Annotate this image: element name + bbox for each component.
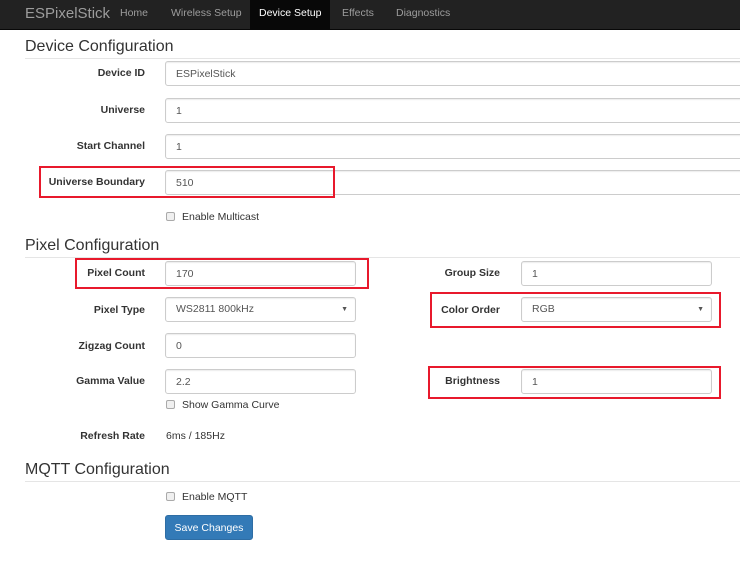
brightness-label: Brightness xyxy=(445,375,500,387)
navbar: ESPixelStick Home Wireless Setup Device … xyxy=(0,0,740,30)
gamma-curve-checkbox[interactable] xyxy=(166,400,175,409)
pixel-count-input[interactable] xyxy=(165,261,356,286)
group-size-input[interactable] xyxy=(521,261,712,286)
section-divider xyxy=(25,481,740,482)
mqtt-label: Enable MQTT xyxy=(182,491,248,503)
group-size-label: Group Size xyxy=(444,267,500,279)
zigzag-input[interactable] xyxy=(165,333,356,358)
caret-down-icon: ▼ xyxy=(341,306,348,313)
mqtt-config-title: MQTT Configuration xyxy=(25,461,170,478)
pixel-type-select[interactable]: WS2811 800kHz ▼ xyxy=(165,297,356,322)
device-id-label: Device ID xyxy=(97,67,145,79)
pixel-count-label: Pixel Count xyxy=(87,267,145,279)
universe-label: Universe xyxy=(100,104,145,116)
pixel-config-title: Pixel Configuration xyxy=(25,237,160,254)
refresh-rate-value: 6ms / 185Hz xyxy=(166,430,225,442)
start-channel-label: Start Channel xyxy=(76,140,145,152)
color-order-value: RGB xyxy=(532,303,555,315)
gamma-label: Gamma Value xyxy=(76,375,145,387)
universe-boundary-input[interactable] xyxy=(165,170,740,195)
multicast-checkbox[interactable] xyxy=(166,212,175,221)
pixel-type-value: WS2811 800kHz xyxy=(176,303,255,315)
section-divider xyxy=(25,58,740,59)
brightness-input[interactable] xyxy=(521,369,712,394)
color-order-select[interactable]: RGB ▼ xyxy=(521,297,712,322)
universe-input[interactable] xyxy=(165,98,740,123)
zigzag-label: Zigzag Count xyxy=(78,340,146,352)
color-order-label: Color Order xyxy=(441,304,500,316)
nav-device-setup[interactable]: Device Setup xyxy=(250,0,331,30)
save-changes-button[interactable]: Save Changes xyxy=(165,515,253,540)
device-id-input[interactable] xyxy=(165,61,740,86)
start-channel-input[interactable] xyxy=(165,134,740,159)
gamma-curve-label: Show Gamma Curve xyxy=(182,399,280,411)
caret-down-icon: ▼ xyxy=(697,306,704,313)
nav-effects[interactable]: Effects xyxy=(333,0,383,30)
nav-home[interactable]: Home xyxy=(111,0,157,30)
nav-diagnostics[interactable]: Diagnostics xyxy=(387,0,459,30)
multicast-label: Enable Multicast xyxy=(182,211,260,223)
mqtt-checkbox[interactable] xyxy=(166,492,175,501)
device-config-title: Device Configuration xyxy=(25,38,174,55)
universe-boundary-label: Universe Boundary xyxy=(48,176,145,188)
pixel-type-label: Pixel Type xyxy=(93,304,145,316)
section-divider xyxy=(25,257,740,258)
refresh-rate-label: Refresh Rate xyxy=(80,430,145,442)
nav-wireless-setup[interactable]: Wireless Setup xyxy=(162,0,251,30)
gamma-input[interactable] xyxy=(165,369,356,394)
brand-link[interactable]: ESPixelStick xyxy=(25,5,110,23)
